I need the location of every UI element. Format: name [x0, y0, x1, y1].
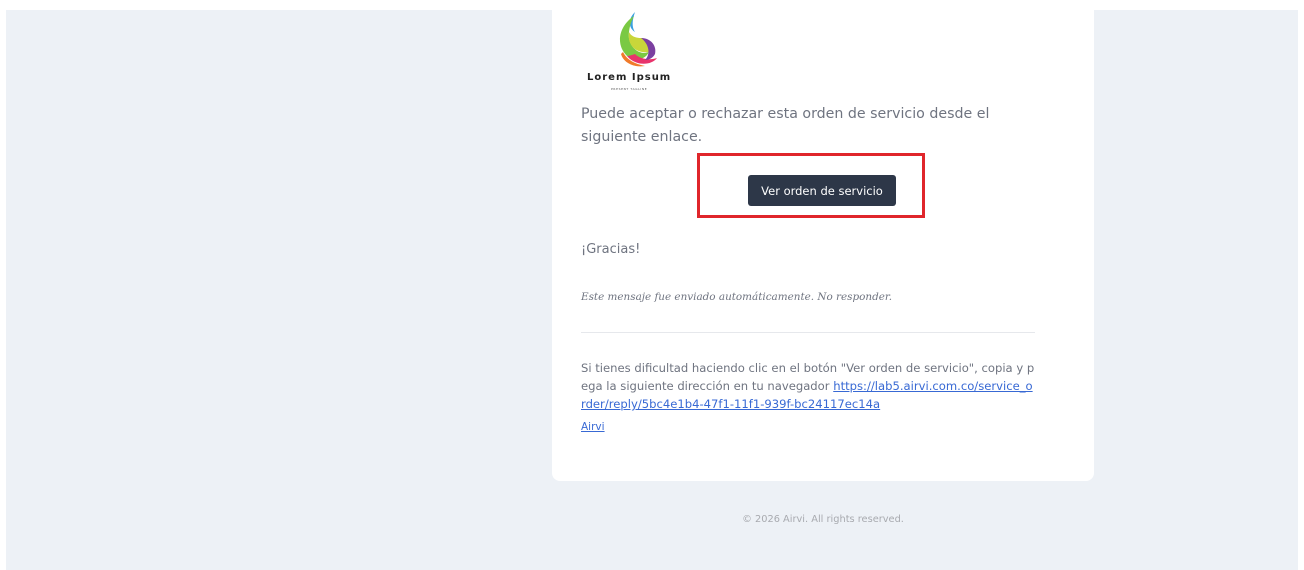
view-service-order-button[interactable]: Ver orden de servicio: [748, 175, 896, 206]
divider: [581, 332, 1035, 333]
auto-message-note: Este mensaje fue enviado automáticamente…: [581, 291, 892, 303]
email-card: Lorem Ipsum PRESENT TAGLINE Puede acepta…: [552, 10, 1094, 481]
intro-text: Puede aceptar o rechazar esta orden de s…: [581, 106, 990, 145]
help-text: Si tienes dificultad haciendo clic en el…: [581, 359, 1037, 413]
logo-name: Lorem Ipsum: [587, 72, 672, 83]
thanks-text: ¡Gracias!: [581, 242, 641, 257]
airvi-link[interactable]: Airvi: [581, 421, 605, 433]
logo-tagline: PRESENT TAGLINE: [611, 87, 648, 91]
footer-copyright: © 2026 Airvi. All rights reserved.: [742, 514, 904, 525]
brand-logo: Lorem Ipsum PRESENT TAGLINE: [585, 10, 689, 92]
logo-mark-icon: [619, 12, 657, 67]
